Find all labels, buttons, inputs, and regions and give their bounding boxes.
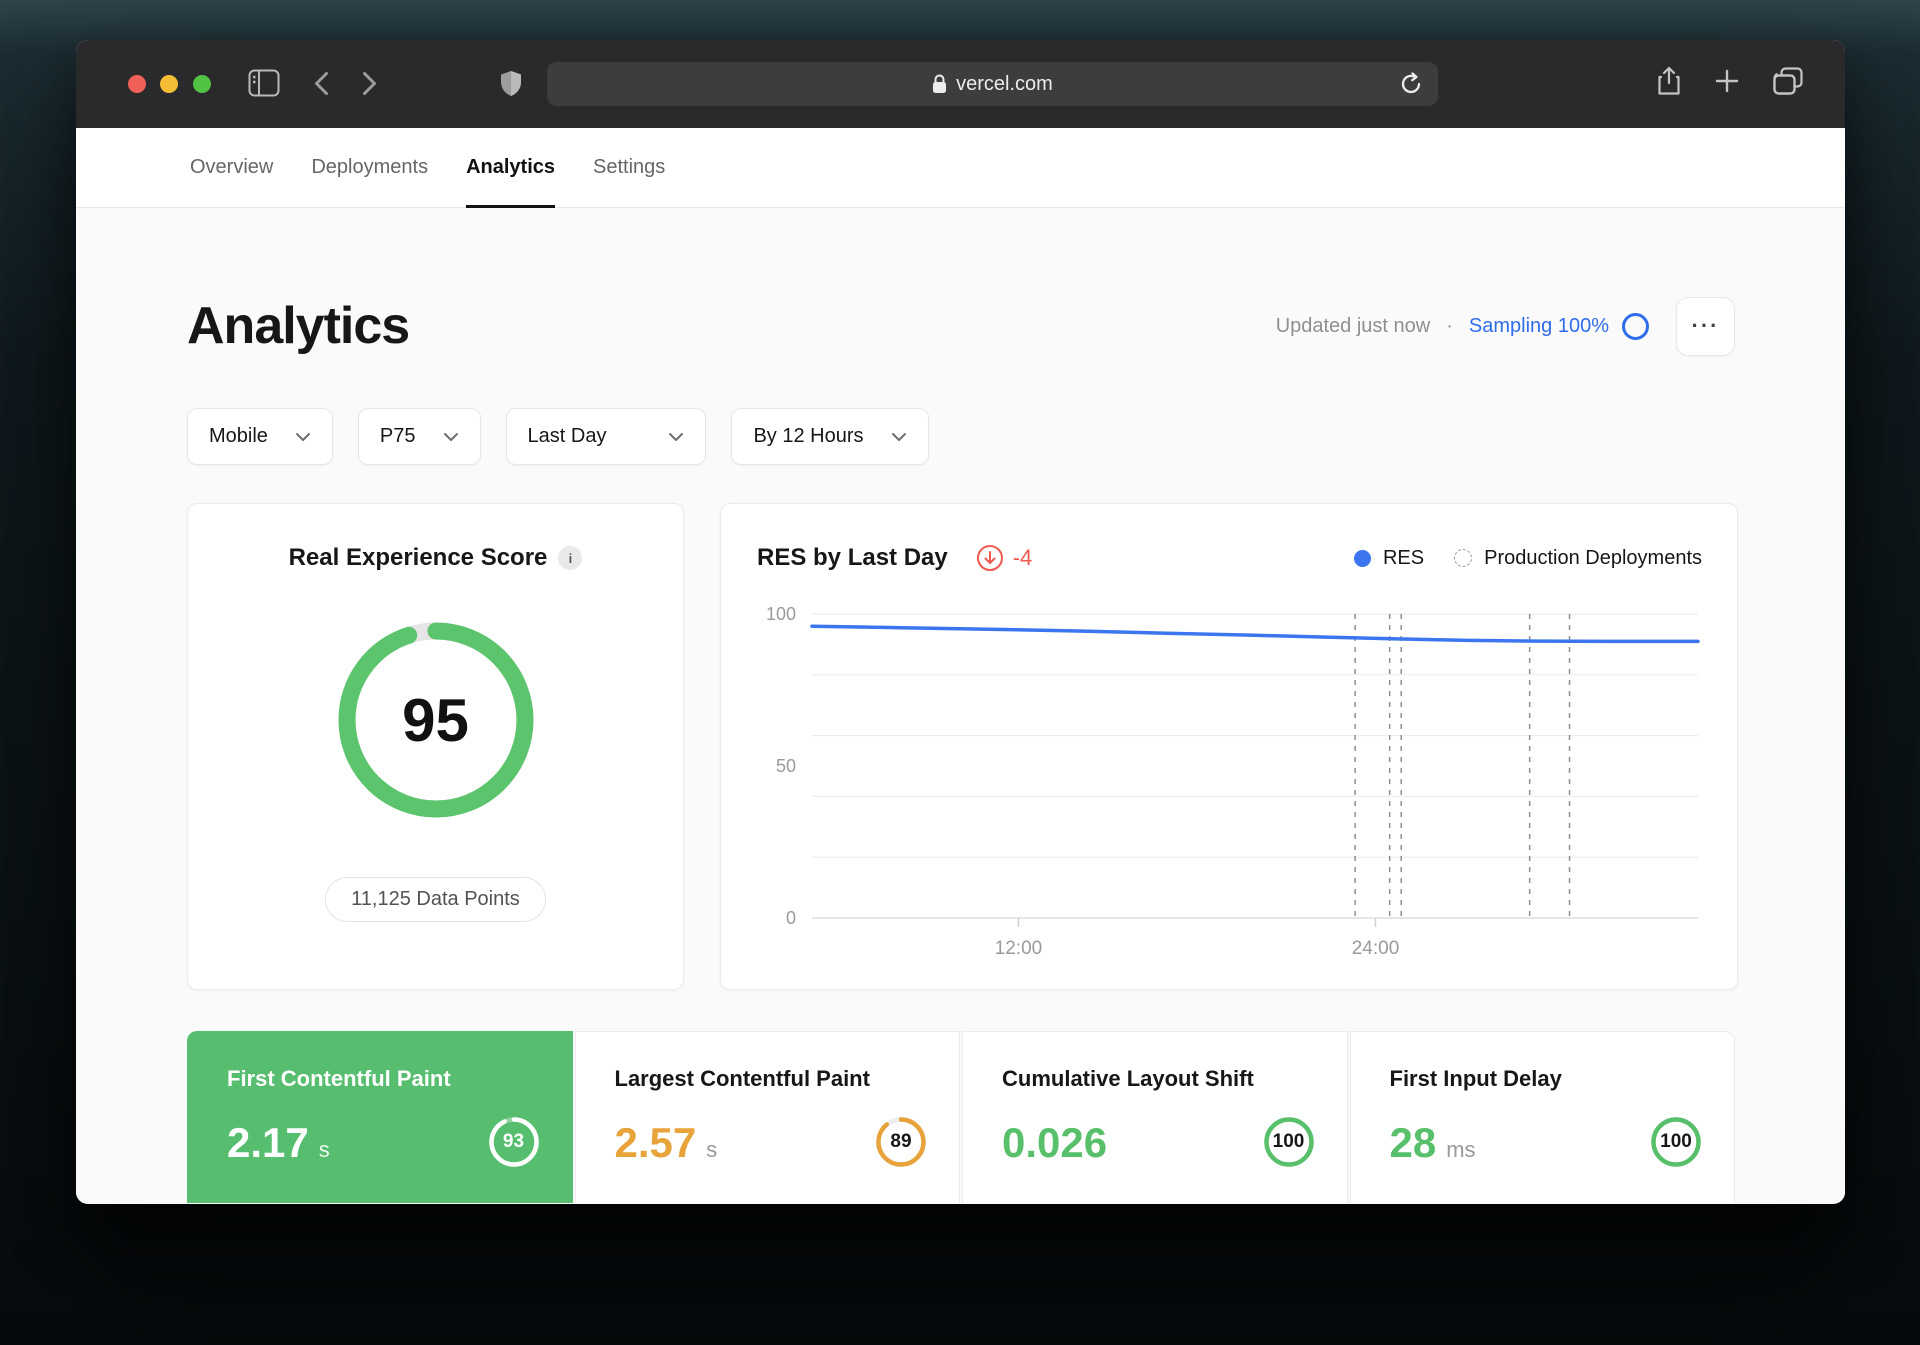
score-ring-badge: 93	[487, 1115, 541, 1169]
url-text: vercel.com	[956, 72, 1053, 95]
url-bar[interactable]: vercel.com	[547, 62, 1438, 106]
score-value: 95	[402, 686, 469, 754]
res-legend-dot-icon	[1353, 549, 1371, 567]
tab-overview-button[interactable]	[1773, 67, 1803, 95]
new-tab-button[interactable]	[1714, 68, 1740, 94]
svg-text:100: 100	[766, 604, 796, 624]
delta-value: -4	[1012, 545, 1033, 570]
forward-button[interactable]	[362, 71, 377, 96]
tab-deployments[interactable]: Deployments	[311, 128, 428, 207]
metric-card-largest-contentful-paint[interactable]: Largest Contentful Paint 2.57 s 89	[574, 1031, 960, 1203]
meta-separator: ·	[1446, 314, 1453, 337]
interval-filter-dropdown[interactable]: By 12 Hours	[731, 408, 929, 465]
close-button[interactable]	[128, 75, 146, 93]
share-button[interactable]	[1657, 66, 1681, 96]
tab-analytics[interactable]: Analytics	[466, 128, 555, 208]
chart-title: RES by Last Day	[757, 544, 948, 571]
svg-text:12:00: 12:00	[995, 938, 1043, 954]
score-ring-badge: 100	[1262, 1115, 1316, 1169]
zoom-button[interactable]	[193, 75, 211, 93]
score-ring-badge: 100	[1649, 1115, 1703, 1169]
sampling-link[interactable]: Sampling 100%	[1469, 315, 1609, 338]
deployments-legend-circle-icon	[1454, 549, 1473, 567]
metric-card-first-contentful-paint[interactable]: First Contentful Paint 2.17 s 93	[187, 1031, 573, 1203]
filter-row: Mobile P75 Last Day By 12 Hours	[187, 408, 1735, 465]
res-chart-card: RES by Last Day -4 RES Production Deploy…	[720, 503, 1738, 990]
lock-icon	[932, 74, 947, 94]
chevron-down-icon	[443, 432, 459, 442]
svg-text:0: 0	[786, 908, 796, 928]
tab-overview[interactable]: Overview	[190, 128, 273, 207]
percentile-filter-dropdown[interactable]: P75	[357, 408, 481, 465]
metric-card-first-input-delay[interactable]: First Input Delay 28 ms 100	[1349, 1031, 1735, 1203]
real-experience-score-card: Real Experience Score i 95 11,125 Data P…	[187, 503, 684, 990]
res-line-chart: 100 50 0 12:00 24:00	[766, 604, 1700, 954]
back-button[interactable]	[314, 71, 329, 96]
chevron-down-icon	[668, 432, 684, 442]
device-filter-dropdown[interactable]: Mobile	[187, 408, 333, 465]
updated-status: Updated just now	[1275, 314, 1431, 337]
tab-settings[interactable]: Settings	[593, 128, 665, 207]
chevron-down-icon	[891, 432, 907, 442]
arrow-down-circle-icon	[976, 545, 1003, 571]
more-options-button[interactable]: ···	[1676, 296, 1735, 356]
browser-toolbar: vercel.com	[76, 40, 1845, 128]
timerange-filter-dropdown[interactable]: Last Day	[505, 408, 707, 465]
legend-production-deployments[interactable]: Production Deployments	[1484, 547, 1702, 570]
metric-card-cumulative-layout-shift[interactable]: Cumulative Layout Shift 0.026 100	[962, 1031, 1348, 1203]
browser-window: vercel.com Overview Deployments Analytic…	[76, 40, 1845, 1204]
sidebar-toggle-button[interactable]	[248, 69, 280, 97]
legend-res[interactable]: RES	[1383, 547, 1424, 570]
minimize-button[interactable]	[160, 75, 178, 93]
info-icon[interactable]: i	[558, 546, 583, 570]
delta-indicator: -4	[976, 544, 1033, 572]
web-vitals-row: First Contentful Paint 2.17 s 93 Largest…	[187, 1031, 1735, 1203]
refresh-button[interactable]	[1398, 71, 1424, 97]
chevron-down-icon	[295, 432, 311, 442]
page-title: Analytics	[187, 297, 410, 355]
site-nav: Overview Deployments Analytics Settings	[76, 128, 1845, 208]
svg-text:50: 50	[776, 756, 796, 776]
svg-text:24:00: 24:00	[1352, 938, 1400, 954]
page-content: Analytics Updated just now · Sampling 10…	[76, 208, 1845, 1203]
res-card-title: Real Experience Score	[288, 544, 548, 571]
sampling-progress-ring	[1622, 312, 1649, 340]
data-points-pill: 11,125 Data Points	[325, 877, 546, 922]
privacy-shield-icon	[500, 70, 522, 97]
score-ring-badge: 89	[874, 1115, 928, 1169]
score-gauge: 95	[326, 610, 546, 830]
